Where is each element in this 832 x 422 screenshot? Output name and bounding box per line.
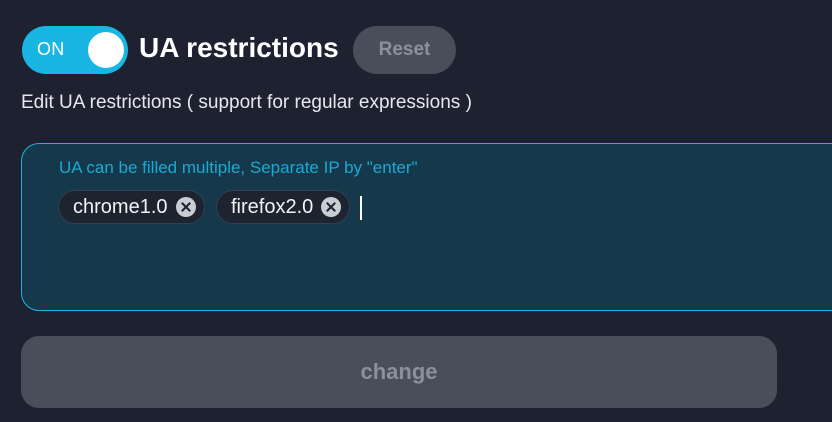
ua-input-hint: UA can be filled multiple, Separate IP b… — [59, 158, 418, 177]
ua-tag-label: firefox2.0 — [231, 195, 314, 218]
ua-tags-input[interactable]: UA can be filled multiple, Separate IP b… — [21, 143, 832, 311]
text-cursor — [360, 196, 362, 220]
toggle-label: ON — [37, 39, 65, 59]
ua-tag: chrome1.0 — [58, 190, 205, 224]
page-title: UA restrictions — [139, 32, 339, 63]
ua-restrictions-panel: ON UA restrictions Reset Edit UA restric… — [0, 0, 832, 422]
remove-tag-icon[interactable] — [175, 197, 196, 217]
toggle-knob — [88, 32, 124, 68]
ua-restrictions-toggle[interactable]: ON — [22, 26, 128, 74]
remove-tag-icon[interactable] — [321, 197, 342, 217]
ua-tag: firefox2.0 — [216, 190, 351, 224]
ua-tag-label: chrome1.0 — [73, 195, 168, 218]
reset-button[interactable]: Reset — [353, 26, 456, 74]
section-description: Edit UA restrictions ( support for regul… — [21, 92, 472, 113]
change-button[interactable]: change — [21, 336, 777, 408]
